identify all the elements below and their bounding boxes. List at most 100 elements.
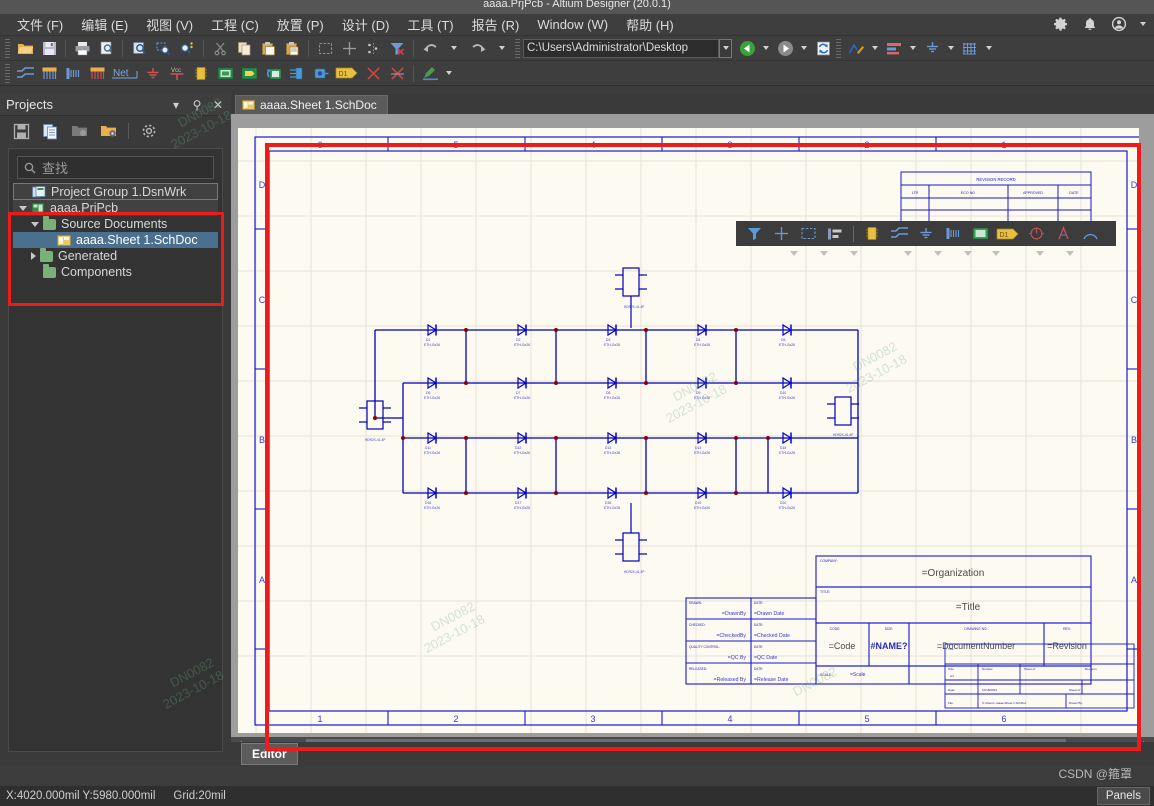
expander-down-icon[interactable] (31, 221, 39, 227)
select-area-icon[interactable] (314, 38, 336, 59)
zoom-document-icon[interactable] (128, 38, 150, 59)
toolbar-grip-3[interactable] (836, 38, 841, 58)
settings-gear-icon[interactable] (139, 122, 158, 141)
wiring-toolbar-grip[interactable] (5, 63, 10, 83)
drawing-tools-dropdown-icon[interactable] (443, 63, 455, 84)
grid-icon[interactable] (959, 38, 981, 59)
expander-down-icon[interactable] (19, 205, 27, 211)
place-device-sheet-icon[interactable] (262, 63, 284, 84)
place-bus-entry-icon[interactable] (86, 63, 108, 84)
save-icon[interactable] (12, 122, 31, 141)
place-arc-icon[interactable] (1078, 223, 1102, 244)
refresh-icon[interactable] (812, 38, 834, 59)
nav-back-dropdown-icon[interactable] (760, 38, 772, 59)
clear-filter-icon[interactable] (386, 38, 408, 59)
bell-icon[interactable] (1082, 16, 1098, 32)
tree-item-project-group[interactable]: Project Group 1.DsnWrk (13, 183, 218, 200)
menu-help[interactable]: 帮助 (H) (617, 13, 683, 36)
print-icon[interactable] (71, 38, 93, 59)
place-port-icon[interactable]: D1 (995, 223, 1021, 244)
copy-icon[interactable] (233, 38, 255, 59)
menu-view[interactable]: 视图 (V) (137, 13, 202, 36)
tree-item-schdoc[interactable]: aaaa.Sheet 1.SchDoc (13, 232, 218, 248)
tree-item-source-documents[interactable]: Source Documents (13, 215, 218, 232)
open-project-icon[interactable] (70, 122, 89, 141)
copy-project-icon[interactable] (41, 122, 60, 141)
tree-item-components[interactable]: Components (13, 263, 218, 280)
place-no-erc-icon[interactable] (362, 63, 384, 84)
undo-icon[interactable] (419, 38, 441, 59)
document-tab-schdoc[interactable]: aaaa.Sheet 1.SchDoc (235, 95, 388, 114)
schematic-canvas[interactable]: 654 321 123 456 DCBA DCBA REVISION RECOR… (231, 114, 1154, 766)
place-bus-icon[interactable] (38, 63, 60, 84)
gear-icon[interactable] (1053, 16, 1069, 32)
place-part-icon[interactable] (190, 63, 212, 84)
place-vcc-icon[interactable]: Vcc (166, 63, 188, 84)
open-folder-icon[interactable] (14, 38, 36, 59)
panel-menu-chevron-down-icon[interactable]: ▾ (169, 98, 183, 112)
expander-right-icon[interactable] (31, 252, 36, 260)
toolbar-grip-2[interactable] (515, 38, 520, 58)
place-text-icon[interactable] (1051, 223, 1075, 244)
tree-item-project[interactable]: aaaa.PrjPcb (13, 200, 218, 216)
select-area-icon[interactable] (796, 223, 820, 244)
place-gnd-icon[interactable] (142, 63, 164, 84)
menu-window[interactable]: Window (W) (528, 15, 617, 34)
menu-tools[interactable]: 工具 (T) (398, 13, 462, 36)
move-crosshair-icon[interactable] (338, 38, 360, 59)
paste-special-icon[interactable] (281, 38, 303, 59)
menu-file[interactable]: 文件 (F) (8, 13, 72, 36)
place-no-erc-icon[interactable] (1024, 223, 1048, 244)
design-rules-dropdown-icon[interactable] (869, 38, 881, 59)
align-icon[interactable] (823, 223, 847, 244)
zoom-selected-icon[interactable] (176, 38, 198, 59)
place-signal-harness-icon[interactable] (62, 63, 84, 84)
menu-project[interactable]: 工程 (C) (202, 13, 268, 36)
place-gnd-icon[interactable] (914, 223, 938, 244)
redo-icon[interactable] (467, 38, 489, 59)
align-icon[interactable] (883, 38, 905, 59)
nav-forward-dropdown-icon[interactable] (798, 38, 810, 59)
select-similar-icon[interactable] (362, 38, 384, 59)
editor-tab-button[interactable]: Editor (241, 743, 298, 765)
filter-icon[interactable] (742, 223, 766, 244)
panel-close-icon[interactable]: ✕ (211, 98, 225, 112)
panels-button[interactable]: Panels (1096, 787, 1150, 805)
drawing-tools-icon[interactable] (419, 63, 441, 84)
place-sheet-entry-icon[interactable] (238, 63, 260, 84)
redo-dropdown-icon[interactable] (491, 38, 513, 59)
zoom-area-icon[interactable] (152, 38, 174, 59)
address-dropdown-button[interactable] (719, 38, 732, 58)
gnd-dropdown-icon[interactable] (945, 38, 957, 59)
place-no-erc-clear-icon[interactable] (386, 63, 408, 84)
undo-dropdown-icon[interactable] (443, 38, 465, 59)
search-input[interactable]: 查找 (17, 156, 214, 179)
menu-edit[interactable]: 编辑 (E) (72, 13, 137, 36)
nav-back-icon[interactable] (736, 38, 758, 59)
menu-reports[interactable]: 报告 (R) (463, 13, 529, 36)
design-rules-icon[interactable] (845, 38, 867, 59)
place-sheet-icon[interactable] (214, 63, 236, 84)
save-icon[interactable] (38, 38, 60, 59)
menu-design[interactable]: 设计 (D) (333, 13, 399, 36)
place-sheet-icon[interactable] (968, 223, 992, 244)
place-part-icon[interactable] (860, 223, 884, 244)
project-options-icon[interactable] (99, 122, 118, 141)
place-wire-icon[interactable] (887, 223, 911, 244)
crosshair-icon[interactable] (769, 223, 793, 244)
address-input[interactable]: C:\Users\Administrator\Desktop (523, 38, 719, 58)
menu-place[interactable]: 放置 (P) (268, 13, 333, 36)
toolbar-grip[interactable] (5, 38, 10, 58)
user-account-icon[interactable] (1111, 16, 1127, 32)
place-bus-entry-icon[interactable] (941, 223, 965, 244)
align-dropdown-icon[interactable] (907, 38, 919, 59)
place-netlabel-icon[interactable]: Net (110, 63, 140, 84)
place-harness-connector-icon[interactable] (286, 63, 308, 84)
place-gnd-icon[interactable] (921, 38, 943, 59)
grid-dropdown-icon[interactable] (983, 38, 995, 59)
place-port-icon[interactable]: D1 (334, 63, 360, 84)
place-wire-icon[interactable] (14, 63, 36, 84)
paste-icon[interactable] (257, 38, 279, 59)
account-chevron-down-icon[interactable] (1140, 22, 1146, 26)
panel-pin-icon[interactable]: ⚲ (190, 98, 204, 112)
